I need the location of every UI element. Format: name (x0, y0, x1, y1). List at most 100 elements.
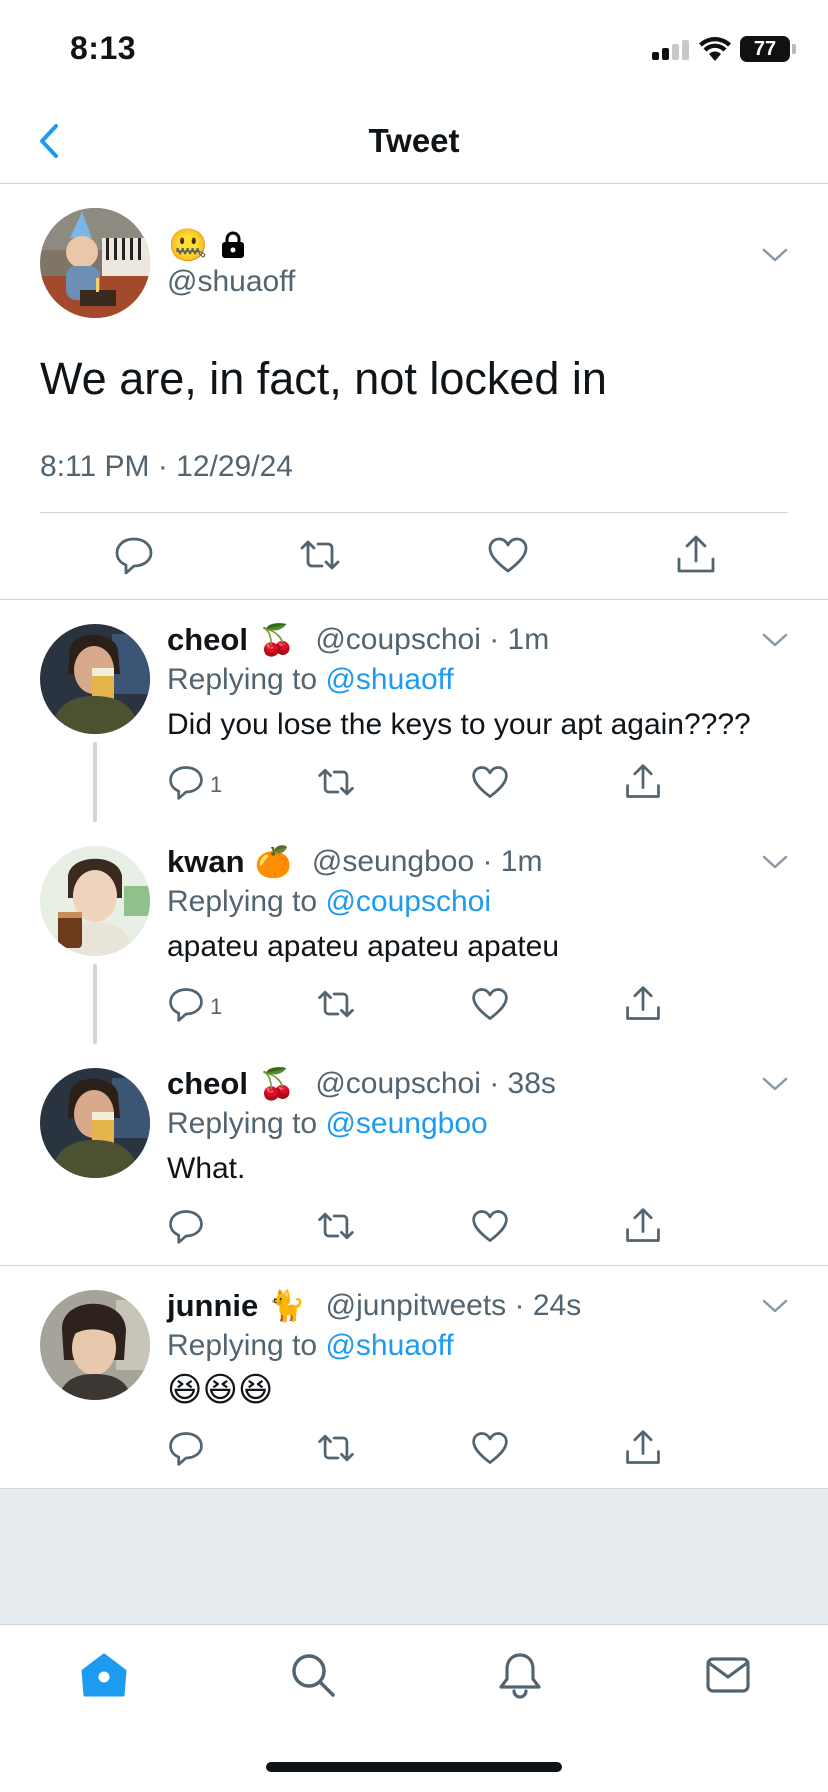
search-icon (292, 1654, 335, 1697)
reply-tweet[interactable]: kwan 🍊 @seungboo · 1m Replying to @coups… (0, 822, 828, 1044)
replying-to-mention[interactable]: @shuaoff (325, 1329, 453, 1362)
like-button[interactable] (470, 984, 510, 1024)
cherry-emoji: 🍒 (257, 1067, 296, 1101)
battery-icon: 77 (740, 36, 790, 62)
avatar[interactable] (40, 1290, 150, 1400)
tweet-timestamp: 8:11 PM · 12/29/24 (40, 450, 293, 483)
reply-header: cheol 🍒 @coupschoi · 1m (167, 620, 549, 660)
cellular-signal-icon (652, 40, 690, 60)
replying-to-prefix: Replying to (167, 663, 326, 696)
reply-header: cheol 🍒 @coupschoi · 38s (167, 1064, 556, 1104)
chevron-down-icon (762, 1077, 788, 1091)
replying-to-mention[interactable]: @seungboo (325, 1107, 487, 1140)
share-button[interactable] (623, 762, 663, 802)
avatar[interactable] (40, 208, 150, 318)
like-button[interactable] (470, 1428, 510, 1468)
tweet-options-button[interactable] (760, 1074, 790, 1094)
reply-actions (0, 1424, 828, 1474)
status-bar: 8:13 77 (0, 0, 828, 100)
reply-tweet[interactable]: cheol 🍒 @coupschoi · 1m Replying to @shu… (0, 600, 828, 822)
reply-count: 1 (210, 994, 223, 1019)
author-name[interactable]: cheol (167, 622, 248, 658)
status-time: 8:13 (70, 30, 137, 66)
replying-to: Replying to @coupschoi (167, 885, 491, 919)
share-button[interactable] (623, 984, 663, 1024)
heart-icon (472, 766, 508, 798)
lock-icon (220, 231, 246, 259)
tab-search[interactable] (287, 1649, 339, 1701)
heart-icon (472, 988, 508, 1020)
author-handle-time: @seungboo · 1m (311, 845, 543, 878)
reply-button[interactable] (112, 533, 156, 577)
share-icon (677, 535, 715, 573)
reply-button[interactable] (166, 1428, 206, 1468)
home-icon (81, 1653, 127, 1697)
author-handle-time: @junpitweets · 24s (325, 1289, 582, 1322)
share-icon (626, 764, 660, 798)
tab-home[interactable] (78, 1649, 130, 1701)
author-name[interactable]: cheol (167, 1066, 248, 1102)
reply-text: 😆😆😆 (167, 1371, 274, 1409)
tweet-options-button[interactable] (760, 630, 790, 650)
share-button[interactable] (674, 533, 718, 577)
avatar[interactable] (40, 624, 150, 734)
reply-tweet[interactable]: cheol 🍒 @coupschoi · 38s Replying to @se… (0, 1044, 828, 1266)
tab-messages[interactable] (702, 1649, 754, 1701)
chevron-down-icon (762, 855, 788, 869)
author-name[interactable]: junnie (167, 1288, 258, 1324)
like-button[interactable] (470, 1206, 510, 1246)
retweet-button[interactable] (316, 762, 356, 802)
reply-actions: 1 (0, 980, 828, 1030)
author-name[interactable]: kwan (167, 844, 245, 880)
reply-actions: 1 (0, 758, 828, 808)
retweet-button[interactable] (316, 1428, 356, 1468)
replying-to-mention[interactable]: @coupschoi (325, 885, 491, 918)
share-button[interactable] (623, 1206, 663, 1246)
like-button[interactable] (470, 762, 510, 802)
thread-connector (93, 742, 97, 822)
heart-icon (472, 1210, 508, 1242)
author-handle-time: @coupschoi · 1m (315, 623, 550, 656)
replying-to-mention[interactable]: @shuaoff (325, 663, 453, 696)
reply-tweet[interactable]: junnie 🐈 @junpitweets · 24s Replying to … (0, 1266, 828, 1488)
home-indicator[interactable] (266, 1762, 562, 1772)
tweet-options-button[interactable] (760, 1296, 790, 1316)
replying-to: Replying to @seungboo (167, 1107, 488, 1141)
share-button[interactable] (623, 1428, 663, 1468)
wifi-icon (698, 36, 732, 62)
replying-to-prefix: Replying to (167, 885, 326, 918)
cat-emoji: 🐈 (268, 1289, 306, 1323)
retweet-button[interactable] (298, 533, 342, 577)
avatar[interactable] (40, 846, 150, 956)
like-button[interactable] (486, 533, 530, 577)
divider (40, 512, 788, 513)
author-handle[interactable]: @shuaoff (167, 265, 295, 299)
share-icon (626, 1208, 660, 1242)
tweet-options-button[interactable] (760, 245, 790, 265)
heart-icon (472, 1432, 508, 1464)
tangerine-emoji: 🍊 (254, 845, 292, 879)
tweet-actions (0, 525, 828, 585)
reply-header: kwan 🍊 @seungboo · 1m (167, 842, 542, 882)
mail-icon (706, 1657, 750, 1693)
retweet-button[interactable] (316, 984, 356, 1024)
reply-button[interactable] (166, 984, 206, 1024)
chevron-down-icon (762, 1299, 788, 1313)
chevron-down-icon (762, 633, 788, 647)
replying-to-prefix: Replying to (167, 1107, 326, 1140)
reply-button[interactable] (166, 1206, 206, 1246)
tweet-options-button[interactable] (760, 852, 790, 872)
reply-button[interactable] (166, 762, 206, 802)
retweet-button[interactable] (316, 1206, 356, 1246)
reply-text: Did you lose the keys to your apt again?… (167, 708, 751, 741)
top-navigation-bar: Tweet (0, 100, 828, 184)
avatar[interactable] (40, 1068, 150, 1178)
tab-notifications[interactable] (494, 1649, 546, 1701)
author-handle-time: @coupschoi · 38s (315, 1067, 556, 1100)
retweet-icon (300, 540, 340, 570)
replying-to-prefix: Replying to (167, 1329, 326, 1362)
thread-connector (93, 964, 97, 1044)
tweet-text: We are, in fact, not locked in (40, 353, 607, 404)
reply-header: junnie 🐈 @junpitweets · 24s (167, 1286, 581, 1326)
retweet-icon (318, 990, 354, 1018)
